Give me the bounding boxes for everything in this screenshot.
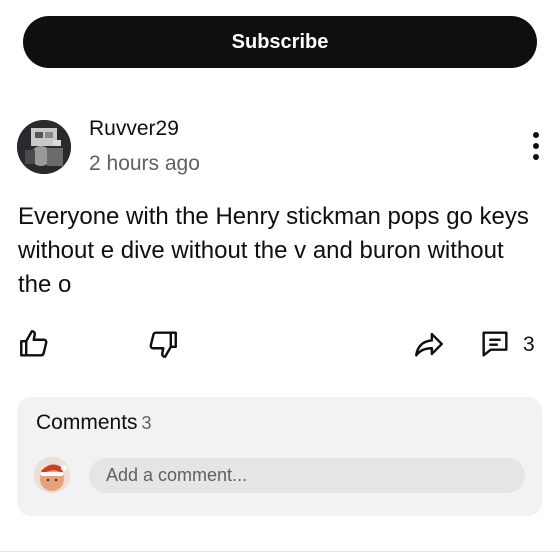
reply-count: 3 [523,333,535,356]
menu-dot [533,143,539,149]
menu-dot [533,154,539,160]
more-vert-icon[interactable] [524,130,548,162]
share-icon [415,332,443,357]
dislike-button[interactable] [146,327,180,361]
comments-header: Comments 3 [36,411,152,435]
divider [0,551,560,552]
comment-body: Everyone with the Henry stickman pops go… [18,203,529,298]
share-button[interactable] [412,327,446,361]
menu-dot [533,132,539,138]
comments-title: Comments [36,411,138,434]
comments-panel[interactable]: Comments 3 [17,397,542,516]
thumb-down-icon [149,331,177,358]
comment-timestamp: 2 hours ago [89,152,200,175]
user-avatar-image [34,457,70,493]
user-avatar [34,457,70,493]
add-comment-input[interactable] [89,458,525,493]
subscribe-button[interactable]: Subscribe [23,16,537,68]
reply-button[interactable] [478,327,512,361]
comments-count: 3 [141,413,152,433]
comment-author[interactable]: Ruvver29 [89,117,179,141]
like-button[interactable] [17,327,51,361]
comment-icon [482,331,508,357]
thumb-up-icon [20,330,48,357]
avatar-image [17,120,71,174]
author-avatar[interactable] [17,120,71,174]
